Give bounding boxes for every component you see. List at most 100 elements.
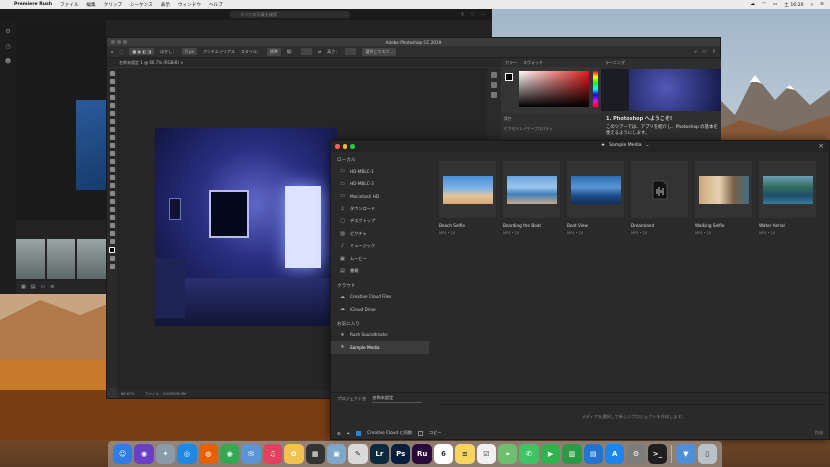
sidebar-item[interactable]: ☁ iCloud Drive xyxy=(331,303,429,316)
more-tools-icon[interactable] xyxy=(109,239,115,244)
dodge-tool-icon[interactable] xyxy=(109,183,115,188)
type-tool-icon[interactable] xyxy=(109,199,115,204)
battery-icon[interactable]: ▭ xyxy=(773,2,777,7)
document-tab[interactable]: 名称未設定 1 @ 66.7% (RGB/8) × xyxy=(119,60,184,66)
preview-dock-icon[interactable]: ▣ xyxy=(326,444,347,464)
textedit-dock-icon[interactable]: ✎ xyxy=(348,444,368,464)
sync-checkbox[interactable] xyxy=(356,430,362,436)
close-button[interactable] xyxy=(111,40,115,44)
media-thumbnail[interactable] xyxy=(631,161,688,218)
marquee-tool-icon[interactable] xyxy=(109,79,115,84)
media-card[interactable]: Water Aerial MP4 • 20 xyxy=(759,161,816,261)
brush-tool-icon[interactable] xyxy=(109,135,115,140)
menu-window[interactable]: ウィンドウ xyxy=(178,2,201,8)
select-mask-button[interactable]: 選択とマスク... xyxy=(362,47,397,56)
share-icon[interactable]: ⇪ xyxy=(460,12,464,18)
history-icon[interactable]: ◷ xyxy=(0,43,16,50)
media-thumbnail[interactable] xyxy=(439,161,496,218)
creative-cloud-icon[interactable]: ☁ xyxy=(750,2,755,7)
copy-checkbox[interactable] xyxy=(417,430,423,436)
close-button[interactable] xyxy=(335,144,340,149)
sidebar-item[interactable]: ★ Rush Soundtracks xyxy=(331,329,429,342)
app-menu[interactable]: Premiere Rush xyxy=(14,2,52,7)
quick-select-tool-icon[interactable] xyxy=(109,95,115,100)
minimize-button[interactable] xyxy=(342,144,347,149)
activity-dock-icon[interactable]: ▦ xyxy=(305,444,325,464)
search-icon[interactable]: ⌕ xyxy=(694,49,697,55)
tab-color[interactable]: カラー xyxy=(505,60,517,66)
shape-tool-icon[interactable] xyxy=(109,215,115,220)
launchpad-dock-icon[interactable]: ✦ xyxy=(155,444,176,464)
stamp-tool-icon[interactable] xyxy=(109,143,115,148)
rush-search-input[interactable]: すべての写真を検索 xyxy=(230,11,350,18)
rush-dock-icon[interactable]: Ru xyxy=(412,444,432,464)
zoom-level[interactable]: 66.67% xyxy=(121,392,135,396)
grid-view-icon[interactable]: ▦ xyxy=(21,284,26,290)
path-select-icon[interactable] xyxy=(109,207,115,212)
eraser-tool-icon[interactable] xyxy=(109,159,115,164)
media-card[interactable]: Dreamland MP3 • 20 xyxy=(631,161,688,261)
media-thumbnail[interactable] xyxy=(759,161,816,218)
color-field[interactable] xyxy=(519,71,589,107)
media-card[interactable]: Boarding the Boat MP4 • 20 xyxy=(503,161,560,261)
blur-tool-icon[interactable] xyxy=(109,175,115,180)
style-select[interactable]: 標準 xyxy=(266,47,281,56)
pen-tool-icon[interactable] xyxy=(109,191,115,196)
sidebar-item[interactable]: ▨ ピクチャ xyxy=(331,228,429,241)
menu-clip[interactable]: クリップ xyxy=(104,2,122,8)
tab-swatches[interactable]: スウォッチ xyxy=(523,60,543,66)
thumbnail[interactable] xyxy=(46,239,76,279)
history-panel-icon[interactable] xyxy=(491,72,497,78)
sidebar-item[interactable]: ▭ HD-MBLC-1 xyxy=(331,165,429,178)
facetime-dock-icon[interactable]: ▶ xyxy=(540,444,561,464)
move-tool-icon[interactable] xyxy=(109,71,115,76)
media-card[interactable]: Walking Selfie MP4 • 20 xyxy=(695,161,752,261)
lasso-tool-icon[interactable] xyxy=(109,87,115,92)
calendar-dock-icon[interactable]: 6 xyxy=(433,444,454,464)
menu-edit[interactable]: 編集 xyxy=(86,2,95,8)
zoom-button[interactable] xyxy=(350,144,355,149)
hand-tool-icon[interactable] xyxy=(109,223,115,228)
terminal-dock-icon[interactable]: >_ xyxy=(647,444,668,464)
safari-dock-icon[interactable]: ◎ xyxy=(177,444,197,464)
settings-icon[interactable]: ⚙ xyxy=(0,28,16,35)
hue-slider[interactable] xyxy=(593,71,598,107)
healing-tool-icon[interactable] xyxy=(109,127,115,132)
lightroom-dock-icon[interactable]: Lr xyxy=(369,444,390,464)
frame-tool-icon[interactable] xyxy=(109,111,115,116)
history-brush-icon[interactable] xyxy=(109,151,115,156)
location-title[interactable]: Sample Media xyxy=(609,143,641,148)
sidebar-item[interactable]: ▢ デスクトップ xyxy=(331,215,429,228)
reminders-dock-icon[interactable]: ☑ xyxy=(476,444,497,464)
maps-dock-icon[interactable]: ⌖ xyxy=(498,444,518,464)
sidebar-item[interactable]: ▣ ムービー xyxy=(331,253,429,266)
media-thumbnail[interactable] xyxy=(567,161,624,218)
messages-dock-icon[interactable]: ✆ xyxy=(519,444,539,464)
filter-icon[interactable]: ⏷ xyxy=(347,431,350,436)
siri-dock-icon[interactable]: ◉ xyxy=(134,444,154,464)
media-thumbnail[interactable] xyxy=(503,161,560,218)
workspace-icon[interactable]: ▭ xyxy=(702,49,707,55)
photoshop-dock-icon[interactable]: Ps xyxy=(391,444,411,464)
sidebar-item[interactable]: ♪ ミュージック xyxy=(331,240,429,253)
photos-dock-icon[interactable]: ✿ xyxy=(284,444,304,464)
menu-sequence[interactable]: シーケンス xyxy=(130,2,153,8)
heart-icon[interactable]: ♡ xyxy=(471,12,475,18)
share-icon[interactable]: ⇪ xyxy=(712,49,716,55)
sidebar-item[interactable]: ★ Sample Media xyxy=(331,341,429,354)
create-button[interactable]: 作成 xyxy=(815,430,823,436)
firefox-dock-icon[interactable]: ◍ xyxy=(198,444,218,464)
sidebar-item[interactable]: ▭ Macintosh HD xyxy=(331,190,429,203)
marquee-tool-icon[interactable]: ⬚ xyxy=(120,49,124,54)
menu-file[interactable]: ファイル xyxy=(60,2,78,8)
width-field[interactable] xyxy=(300,48,312,55)
foreground-color[interactable] xyxy=(505,73,513,81)
thumbnail[interactable] xyxy=(77,239,107,279)
tab-properties[interactable]: 属性 xyxy=(504,116,598,122)
blur-field[interactable]: 0 px xyxy=(182,48,197,55)
gradient-tool-icon[interactable] xyxy=(109,167,115,172)
actions-panel-icon[interactable] xyxy=(491,82,497,88)
settings-dock-icon[interactable]: ⚙ xyxy=(626,444,646,464)
settings-icon[interactable]: ⚙ xyxy=(337,431,341,436)
quick-mask-icon[interactable] xyxy=(109,256,115,261)
